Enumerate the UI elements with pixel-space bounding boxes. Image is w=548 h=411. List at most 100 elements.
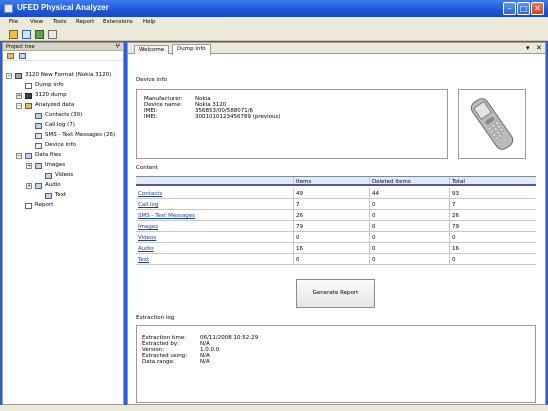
tree-item-label: Analyzed data (35, 102, 75, 108)
tree-item-label: Contacts (30) (45, 112, 83, 118)
content-link-text[interactable]: Text (138, 257, 149, 263)
tree-item-label: Images (45, 162, 66, 168)
expand-icon[interactable]: + (26, 163, 32, 169)
content-link-audio[interactable]: Audio (138, 246, 154, 252)
extraction-log-key: Data range: (142, 359, 175, 365)
menu-tools[interactable]: Tools (53, 19, 67, 25)
cell-items: 16 (296, 246, 303, 252)
project-tree-tools (3, 51, 123, 61)
cell-items: 49 (296, 191, 303, 197)
table-row: SMS - Text Messages 26 0 26 (136, 210, 536, 221)
generate-report-button[interactable]: Generate Report (296, 279, 375, 308)
refresh-icon[interactable] (35, 30, 44, 39)
menu-extensions[interactable]: Extensions (103, 19, 133, 25)
tree-root-label: 3120 New Format (Nokia 3120) (25, 72, 112, 78)
content-table-header: Items Deleted Items Total (136, 176, 536, 186)
maximize-icon[interactable]: □ (517, 2, 530, 15)
column-header-total: Total (452, 179, 465, 185)
content-link-videos[interactable]: Videos (138, 235, 156, 241)
tree-item-label: Audio (45, 182, 61, 188)
pin-icon[interactable]: ⵖ (115, 43, 120, 50)
close-icon[interactable]: ✕ (531, 2, 544, 15)
analyzed-data-icon (25, 103, 32, 109)
tree-item-label: SMS - Text Messages (26) (45, 132, 116, 138)
dump-info-icon (25, 83, 32, 89)
extraction-log-label: Extraction log (136, 315, 175, 321)
cell-deleted: 0 (372, 224, 376, 230)
cell-items: 26 (296, 213, 303, 219)
tab-close-icon[interactable]: ✕ (536, 44, 542, 52)
phone-image-icon (470, 98, 514, 150)
menu-help[interactable]: Help (143, 19, 156, 25)
content-link-images[interactable]: Images (138, 224, 158, 230)
cell-total: 79 (452, 224, 459, 230)
collapse-icon[interactable]: − (6, 73, 12, 79)
collapse-icon[interactable]: − (16, 153, 22, 159)
table-row: Audio 16 0 16 (136, 243, 536, 254)
tab-list-icon[interactable]: ▾ (526, 44, 530, 52)
column-header-items: Items (296, 179, 312, 185)
cell-total: 16 (452, 246, 459, 252)
tree-item-label: Report (35, 202, 54, 208)
expand-icon[interactable] (19, 53, 26, 59)
extraction-log-value: N/A (200, 359, 210, 365)
tab-welcome[interactable]: Welcome (134, 45, 170, 54)
table-row: Images 79 0 79 (136, 221, 536, 232)
table-row: Contacts 49 44 93 (136, 188, 536, 199)
tree-item-label: Call log (7) (45, 122, 75, 128)
videos-icon (45, 173, 52, 179)
project-tree-icon[interactable] (22, 30, 31, 39)
cell-total: 93 (452, 191, 459, 197)
data-files-icon (25, 153, 32, 159)
device-image (458, 89, 526, 159)
cell-items: 7 (296, 202, 300, 208)
menu-view[interactable]: View (30, 19, 43, 25)
content-link-sms[interactable]: SMS - Text Messages (138, 213, 195, 219)
cell-items: 0 (296, 235, 300, 241)
report-icon[interactable] (48, 30, 57, 39)
device-info-label: Device info (136, 77, 167, 83)
extraction-log-box (136, 325, 536, 403)
app-icon (4, 4, 13, 13)
column-header-deleted-items: Deleted Items (372, 179, 411, 185)
call-log-icon (35, 123, 42, 129)
project-tree-title: Project tree (6, 44, 35, 50)
open-folder-icon[interactable] (9, 30, 18, 39)
tab-dump-info[interactable]: Dump info (172, 44, 211, 55)
audio-icon (35, 183, 42, 189)
text-icon (45, 193, 52, 199)
report-icon (25, 203, 32, 209)
phone-icon (15, 73, 22, 79)
open-icon[interactable] (7, 53, 14, 59)
menu-bar: File View Tools Report Extensions Help (0, 17, 548, 28)
menu-file[interactable]: File (9, 19, 18, 25)
cell-deleted: 0 (372, 235, 376, 241)
content-link-contacts[interactable]: Contacts (138, 191, 162, 197)
device-info-value: 3001010123456789 (previous) (195, 114, 281, 120)
window-title: UFED Physical Analyzer (17, 3, 109, 12)
cell-deleted: 44 (372, 191, 379, 197)
sms-icon (35, 133, 42, 139)
collapse-icon[interactable]: − (16, 103, 22, 109)
tab-strip: Welcome Dump info ▾ ✕ (128, 43, 545, 55)
expand-icon[interactable]: + (16, 93, 22, 99)
cell-deleted: 0 (372, 202, 376, 208)
table-row: Videos 0 0 0 (136, 232, 536, 243)
toolbar (0, 28, 548, 41)
cell-total: 0 (452, 257, 456, 263)
main-pane: Welcome Dump info ▾ ✕ Device info Manufa… (127, 42, 546, 405)
images-icon (35, 163, 42, 169)
cell-total: 7 (452, 202, 456, 208)
project-tree-pane: Project tree ⵖ − 3120 New Format (Nokia … (2, 42, 124, 405)
table-row: Text 0 0 0 (136, 254, 536, 265)
expand-icon[interactable]: + (26, 183, 32, 189)
content-link-call-log[interactable]: Call log (138, 202, 158, 208)
tree-item-label: Device info (45, 142, 76, 148)
minimize-icon[interactable]: – (503, 2, 516, 15)
tree-item-label: Dump info (35, 82, 64, 88)
table-row: Call log 7 0 7 (136, 199, 536, 210)
content-label: Content (136, 165, 158, 171)
cell-total: 26 (452, 213, 459, 219)
tree-item-label: Videos (55, 172, 74, 178)
menu-report[interactable]: Report (76, 19, 94, 25)
